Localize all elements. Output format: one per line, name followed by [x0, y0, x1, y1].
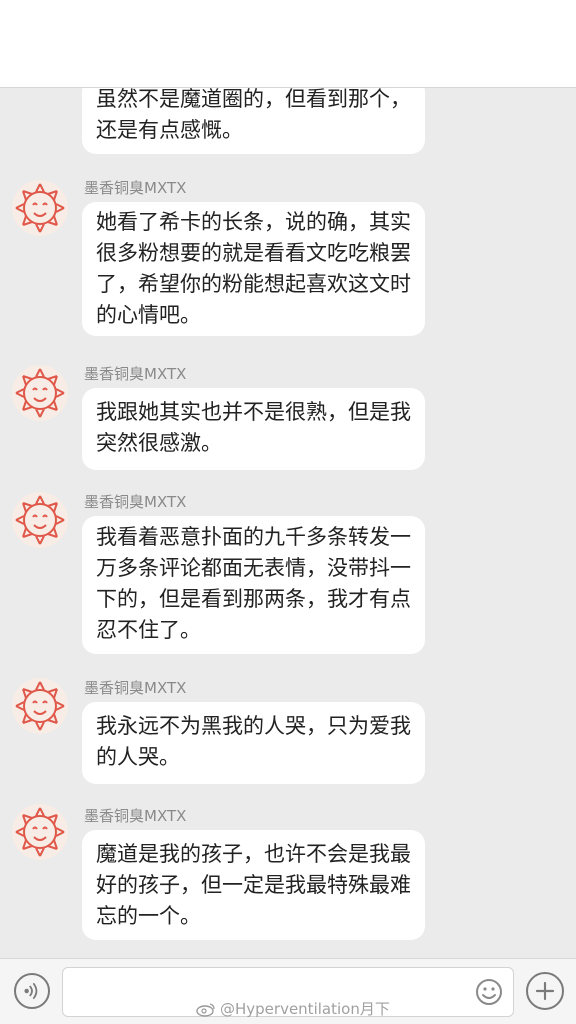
plus-button[interactable]: [526, 972, 564, 1010]
sunflower-avatar-icon: [15, 681, 65, 731]
message-bubble[interactable]: 我跟她其实也并不是很熟，但是我 突然很感激。: [82, 388, 425, 470]
sunflower-avatar-icon: [15, 368, 65, 418]
avatar[interactable]: [12, 365, 68, 421]
voice-wave-icon: [24, 983, 38, 999]
avatar[interactable]: [12, 678, 68, 734]
message-bubble[interactable]: 她看了希卡的长条，说的确，其实 很多粉想要的就是看看文吃吃粮罢 了，希望你的粉能…: [82, 202, 425, 336]
message-bubble[interactable]: 我永远不为黑我的人哭，只为爱我 的人哭。: [82, 702, 425, 784]
message-bubble[interactable]: 魔道是我的孩子，也许不会是我最 好的孩子，但一定是我最特殊最难 忘的一个。: [82, 830, 425, 940]
message-bubble[interactable]: 我看着恶意扑面的九千多条转发一 万多条评论都面无表情，没带抖一 下的，但是看到那…: [82, 516, 425, 654]
sender-name: 墨香铜臭MXTX: [84, 807, 187, 825]
avatar[interactable]: [12, 804, 68, 860]
sunflower-avatar-icon: [15, 183, 65, 233]
voice-button[interactable]: [14, 973, 50, 1009]
sunflower-avatar-icon: [15, 807, 65, 857]
sender-name: 墨香铜臭MXTX: [84, 365, 187, 383]
watermark-text: @Hyperventilation月下: [220, 1000, 390, 1018]
plus-icon: [535, 981, 555, 1001]
sender-name: 墨香铜臭MXTX: [84, 179, 187, 197]
avatar[interactable]: [12, 180, 68, 236]
avatar[interactable]: [12, 492, 68, 548]
message-bubble[interactable]: 虽然不是魔道圈的，但看到那个， 还是有点感慨。: [82, 88, 425, 154]
chat-area[interactable]: 虽然不是魔道圈的，但看到那个， 还是有点感慨。 墨香铜臭MXTX 她看了希卡的长…: [0, 88, 576, 958]
watermark: @Hyperventilation月下: [196, 998, 390, 1020]
sender-name: 墨香铜臭MXTX: [84, 679, 187, 697]
sunflower-avatar-icon: [15, 495, 65, 545]
smiley-icon: [476, 979, 502, 1005]
sender-name: 墨香铜臭MXTX: [84, 493, 187, 511]
top-bar: [0, 0, 576, 88]
emoji-button[interactable]: [474, 977, 504, 1007]
weibo-logo-icon: [196, 1003, 215, 1017]
